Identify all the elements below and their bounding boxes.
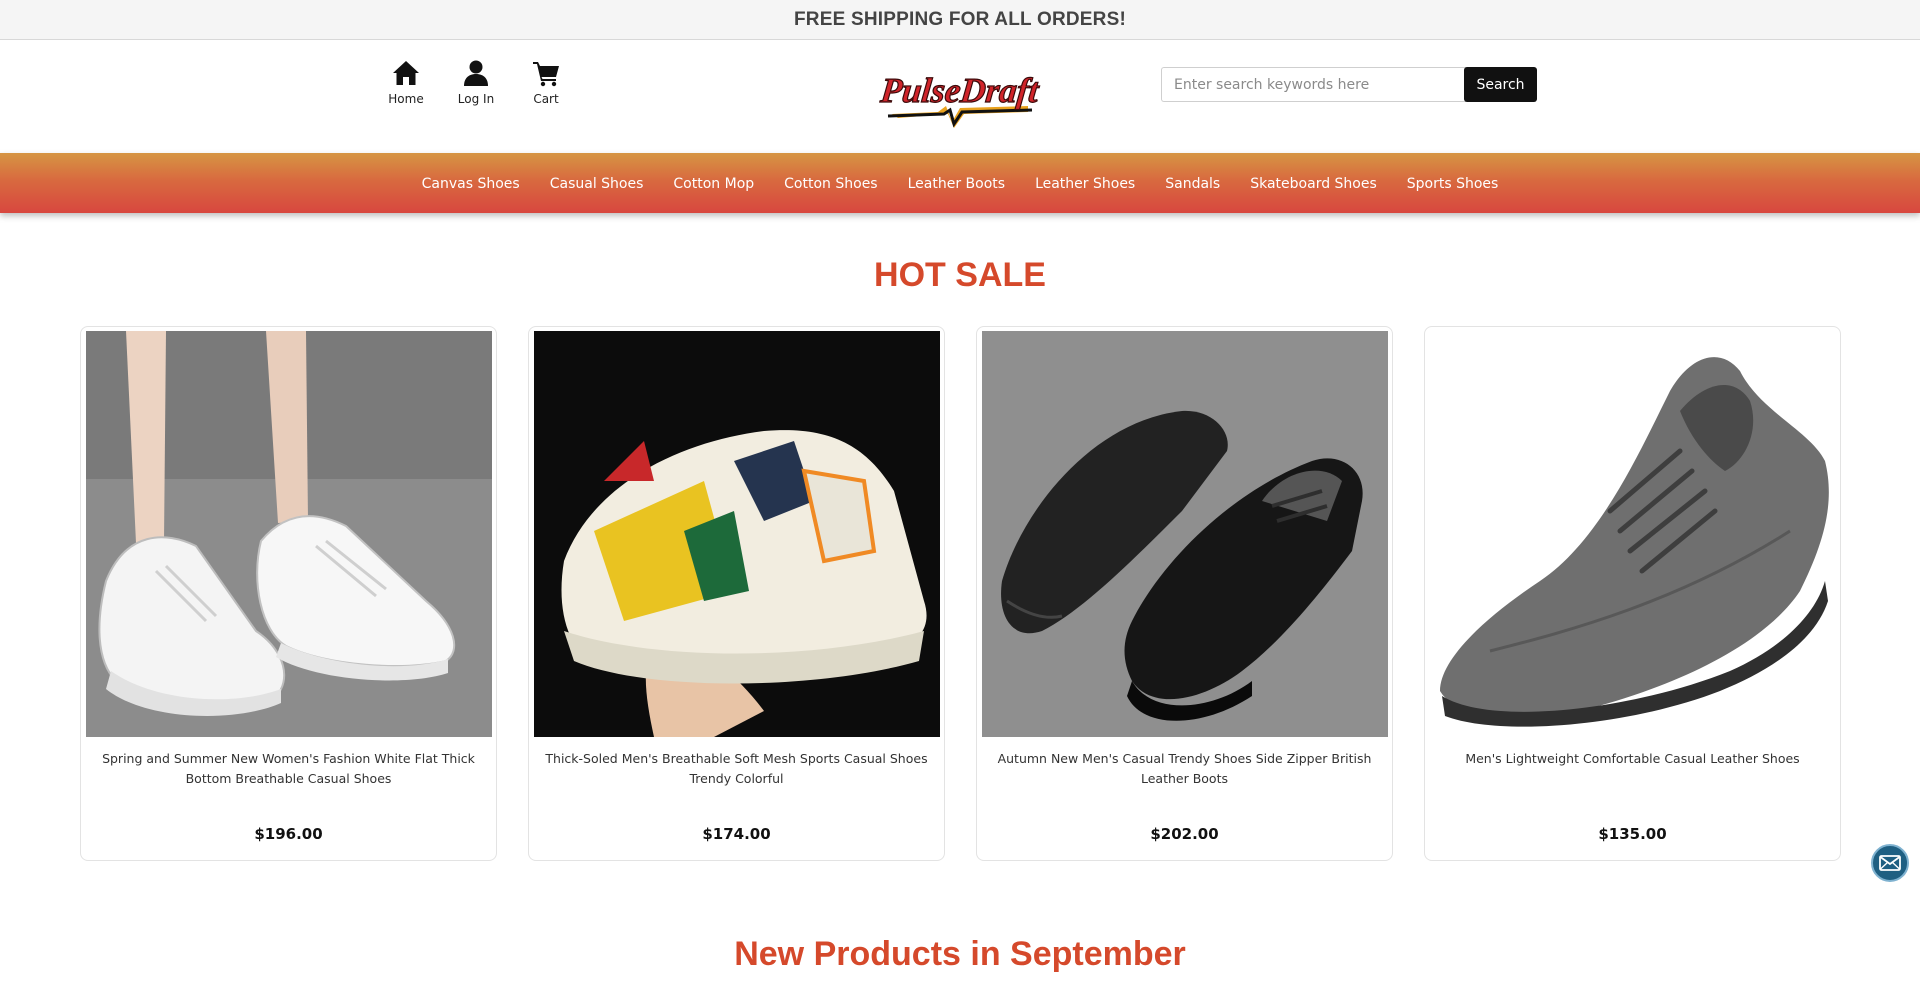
product-name[interactable]: Spring and Summer New Women's Fashion Wh… (85, 749, 492, 809)
product-price: $135.00 (1598, 825, 1667, 843)
home-icon (393, 61, 419, 85)
nav-casual-shoes[interactable]: Casual Shoes (550, 176, 644, 192)
announcement-text: FREE SHIPPING FOR ALL ORDERS! (794, 8, 1126, 30)
product-name[interactable]: Thick-Soled Men's Breathable Soft Mesh S… (533, 749, 940, 809)
nav-cotton-shoes[interactable]: Cotton Shoes (784, 176, 877, 192)
search-input[interactable] (1161, 67, 1466, 102)
announcement-bar: FREE SHIPPING FOR ALL ORDERS! (0, 0, 1920, 40)
nav-skateboard-shoes[interactable]: Skateboard Shoes (1250, 176, 1377, 192)
quick-nav: Home Log In Cart (384, 58, 568, 106)
hot-sale-grid: Spring and Summer New Women's Fashion Wh… (80, 326, 1841, 861)
product-card[interactable]: Autumn New Men's Casual Trendy Shoes Sid… (976, 326, 1393, 861)
product-price: $174.00 (702, 825, 771, 843)
product-name[interactable]: Autumn New Men's Casual Trendy Shoes Sid… (981, 749, 1388, 809)
logo-text: PulseDraft (878, 71, 1042, 110)
product-card[interactable]: Spring and Summer New Women's Fashion Wh… (80, 326, 497, 861)
cart-icon (533, 62, 559, 87)
nav-cotton-mop[interactable]: Cotton Mop (673, 176, 754, 192)
user-icon (464, 60, 488, 86)
cart-link[interactable]: Cart (524, 58, 568, 106)
nav-leather-shoes[interactable]: Leather Shoes (1035, 176, 1135, 192)
home-link[interactable]: Home (384, 58, 428, 106)
product-image[interactable] (1429, 331, 1836, 737)
cart-label: Cart (533, 92, 559, 106)
nav-canvas-shoes[interactable]: Canvas Shoes (422, 176, 520, 192)
brand-logo[interactable]: PulseDraft (877, 68, 1046, 130)
search-form: Search (1161, 67, 1537, 102)
login-label: Log In (457, 92, 495, 106)
product-image[interactable] (533, 331, 940, 737)
nav-leather-boots[interactable]: Leather Boots (908, 176, 1005, 192)
new-products-title: New Products in September (734, 935, 1186, 973)
product-name[interactable]: Men's Lightweight Comfortable Casual Lea… (1461, 749, 1803, 809)
nav-sports-shoes[interactable]: Sports Shoes (1407, 176, 1499, 192)
search-button[interactable]: Search (1464, 67, 1537, 102)
contact-mail-button[interactable] (1871, 844, 1909, 882)
product-card[interactable]: Men's Lightweight Comfortable Casual Lea… (1424, 326, 1841, 861)
mail-icon (1879, 855, 1901, 871)
login-link[interactable]: Log In (454, 58, 498, 106)
category-nav: Canvas Shoes Casual Shoes Cotton Mop Cot… (0, 153, 1920, 213)
site-header: Home Log In Cart PulseDraft Search (0, 40, 1920, 153)
product-image[interactable] (85, 331, 492, 737)
home-label: Home (388, 92, 424, 106)
product-price: $196.00 (254, 825, 323, 843)
nav-sandals[interactable]: Sandals (1165, 176, 1220, 192)
product-card[interactable]: Thick-Soled Men's Breathable Soft Mesh S… (528, 326, 945, 861)
hot-sale-title: HOT SALE (874, 256, 1046, 294)
logo-graphic: PulseDraft (877, 70, 1042, 128)
product-image[interactable] (981, 331, 1388, 737)
product-price: $202.00 (1150, 825, 1219, 843)
